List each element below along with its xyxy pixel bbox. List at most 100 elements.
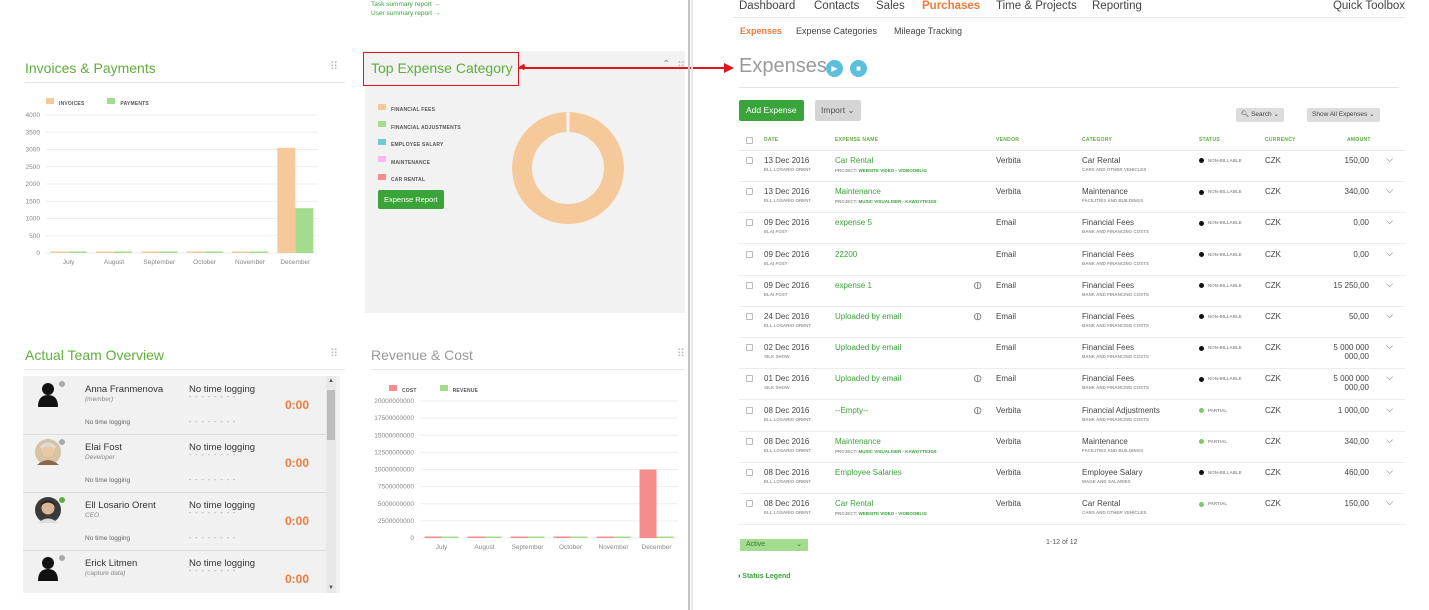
row-checkbox[interactable] <box>746 437 753 445</box>
row-expand-chevron-icon[interactable]: ⌵ <box>1386 497 1393 508</box>
expense-vendor: Verbita <box>996 156 1021 165</box>
row-checkbox[interactable] <box>746 188 753 196</box>
expense-person: ELL LOSARIO ORENT <box>764 510 812 516</box>
col-expense-name[interactable]: EXPENSE NAME <box>835 137 878 143</box>
expense-category: Maintenance <box>1082 187 1128 197</box>
row-checkbox[interactable] <box>746 406 753 414</box>
table-row[interactable]: 08 Dec 2016 ELL LOSARIO ORENT Employee Sal… <box>739 463 1405 494</box>
expense-name-link[interactable]: Maintenance <box>835 187 881 196</box>
expense-name-link[interactable]: expense 1 <box>835 281 872 290</box>
nav-sales[interactable]: Sales <box>876 0 905 12</box>
user-summary-link[interactable]: User summary report → <box>371 9 440 18</box>
expense-category-group: BANK AND FINANCING COSTS <box>1082 229 1149 235</box>
nav-time-projects[interactable]: Time & Projects <box>996 0 1077 12</box>
table-row[interactable]: 08 Dec 2016 ELL LOSARIO ORENT Maintenance P… <box>739 432 1405 463</box>
row-expand-chevron-icon[interactable]: ⌵ <box>1386 279 1393 290</box>
row-expand-chevron-icon[interactable]: ⌵ <box>1386 466 1393 477</box>
select-all-checkbox[interactable] <box>746 137 753 144</box>
row-expand-chevron-icon[interactable]: ⌵ <box>1386 185 1393 196</box>
expense-name-link[interactable]: Maintenance <box>835 437 881 446</box>
video-icon[interactable]: ▶ <box>826 60 843 77</box>
nav-dashboard[interactable]: Dashboard <box>739 0 795 12</box>
search-button[interactable]: 🔍︎ Search ⌄ <box>1236 108 1284 122</box>
expense-name-link[interactable]: Car Rental <box>835 499 873 508</box>
expense-name-link[interactable]: Car Rental <box>835 156 873 165</box>
table-row[interactable]: 08 Dec 2016 ELL LOSARIO ORENT Car Rental PR… <box>739 494 1405 526</box>
expense-currency: CZK <box>1265 405 1281 415</box>
table-row[interactable]: 09 Dec 2016 ELAI FOST expense 1 ⊘ Email Finan… <box>739 276 1405 307</box>
row-checkbox[interactable] <box>746 375 753 383</box>
attachment-icon[interactable]: ⊘ <box>970 371 985 387</box>
drag-handle-icon[interactable]: ⠿ <box>330 60 338 73</box>
col-currency[interactable]: CURRENCY <box>1265 137 1296 143</box>
table-row[interactable]: 13 Dec 2016 ELL LOSARIO ORENT Car Rental PR… <box>739 151 1405 182</box>
row-checkbox[interactable] <box>746 469 753 476</box>
table-row[interactable]: 02 Dec 2016 SILK SHOW Uploaded by email Ema… <box>739 338 1405 370</box>
expense-name-link[interactable]: Employee Salaries <box>835 468 902 477</box>
nav-contacts[interactable]: Contacts <box>814 0 859 12</box>
subnav-expense-categories[interactable]: Expense Categories <box>796 26 877 36</box>
quick-toolbox-link[interactable]: Quick Toolbox <box>1333 0 1405 12</box>
row-expand-chevron-icon[interactable]: ⌵ <box>1386 216 1393 227</box>
expense-name-link[interactable]: Uploaded by email <box>835 312 901 321</box>
col-category[interactable]: CATEGORY <box>1082 137 1112 143</box>
task-summary-link[interactable]: Task summary report → <box>371 0 440 9</box>
row-expand-chevron-icon[interactable]: ⌵ <box>1386 310 1393 321</box>
table-row[interactable]: 13 Dec 2016 ELL LOSARIO ORENT Maintenance P… <box>739 182 1405 214</box>
window-divider-shadow <box>691 0 693 610</box>
expense-name-link[interactable]: --Empty-- <box>835 406 868 415</box>
member-sub-status: No time logging <box>85 535 131 542</box>
row-expand-chevron-icon[interactable]: ⌵ <box>1386 435 1393 446</box>
col-status[interactable]: STATUS <box>1199 137 1220 143</box>
table-row[interactable]: 09 Dec 2016 ELAI FOST 22200 Email Financial … <box>739 245 1405 276</box>
status-dot-icon <box>1199 158 1204 164</box>
row-expand-chevron-icon[interactable]: ⌵ <box>1386 372 1393 383</box>
row-expand-chevron-icon[interactable]: ⌵ <box>1386 404 1393 415</box>
project-name-link[interactable]: MUSIC VISUALISER - KAWGYTE3G5 <box>859 199 937 204</box>
y-tick-label: 20000000000 <box>374 398 414 405</box>
col-date[interactable]: DATE <box>764 137 778 143</box>
subnav-expenses[interactable]: Expenses <box>740 26 782 36</box>
add-expense-button[interactable]: Add Expense <box>739 100 804 121</box>
expense-report-button[interactable]: Expense Report <box>378 190 444 209</box>
attachment-icon[interactable]: ⊘ <box>970 277 985 293</box>
row-expand-chevron-icon[interactable]: ⌵ <box>1386 248 1393 259</box>
filter-button[interactable]: Show All Expenses ⌄ <box>1307 108 1380 122</box>
project-name-link[interactable]: WEBSITE VIDEO - VIOBOOBLIG <box>859 168 928 173</box>
row-checkbox[interactable] <box>746 313 753 320</box>
table-row[interactable]: 24 Dec 2016 ELL LOSARIO ORENT Uploaded by … <box>739 307 1405 338</box>
bar-cost-august <box>467 536 485 538</box>
row-checkbox[interactable] <box>746 281 753 289</box>
col-amount[interactable]: AMOUNT <box>1347 137 1371 143</box>
table-row[interactable]: 01 Dec 2016 SILK SHOW Uploaded by email ⊘ Em… <box>739 369 1405 401</box>
status-legend-toggle[interactable]: › Status Legend <box>738 573 791 580</box>
row-checkbox[interactable] <box>746 219 753 227</box>
row-expand-chevron-icon[interactable]: ⌵ <box>1386 154 1393 165</box>
drag-handle-icon[interactable]: ⠿ <box>677 347 685 360</box>
col-vendor[interactable]: VENDOR <box>996 137 1019 143</box>
import-button[interactable]: Import ⌄ <box>815 100 861 121</box>
expense-name-link[interactable]: Uploaded by email <box>835 374 901 383</box>
nav-purchases[interactable]: Purchases <box>922 0 980 12</box>
project-name-link[interactable]: WEBSITE VIDEO - VIOBOOBLIG <box>859 511 928 516</box>
row-checkbox[interactable] <box>746 157 753 164</box>
subnav-mileage-tracking[interactable]: Mileage Tracking <box>894 26 962 36</box>
expense-name-link[interactable]: Uploaded by email <box>835 343 901 352</box>
attachment-icon[interactable]: ⊘ <box>970 309 985 324</box>
row-divider <box>23 492 326 493</box>
nav-reporting[interactable]: Reporting <box>1092 0 1142 12</box>
row-checkbox[interactable] <box>746 250 753 258</box>
drag-handle-icon[interactable]: ⠿ <box>330 347 338 360</box>
row-checkbox[interactable] <box>746 344 753 352</box>
project-name-link[interactable]: MUSIC VISUALISER - KAWGYTE3G5 <box>859 449 937 454</box>
table-row[interactable]: 08 Dec 2016 ELL LOSARIO ORENT --Empty-- ⊘ Ve… <box>739 401 1405 432</box>
active-filter-select[interactable]: Active ⌄ <box>740 539 808 551</box>
y-tick-label: 5000000000 <box>378 501 415 508</box>
expense-name-link[interactable]: 22200 <box>835 250 857 259</box>
expense-name-link[interactable]: expense 5 <box>835 218 872 227</box>
book-icon[interactable]: ■ <box>850 60 867 77</box>
row-checkbox[interactable] <box>746 500 753 508</box>
attachment-icon[interactable]: ⊘ <box>970 402 985 418</box>
table-row[interactable]: 09 Dec 2016 ELAI FOST expense 5 Email Financ… <box>739 213 1405 245</box>
row-expand-chevron-icon[interactable]: ⌵ <box>1386 341 1393 352</box>
